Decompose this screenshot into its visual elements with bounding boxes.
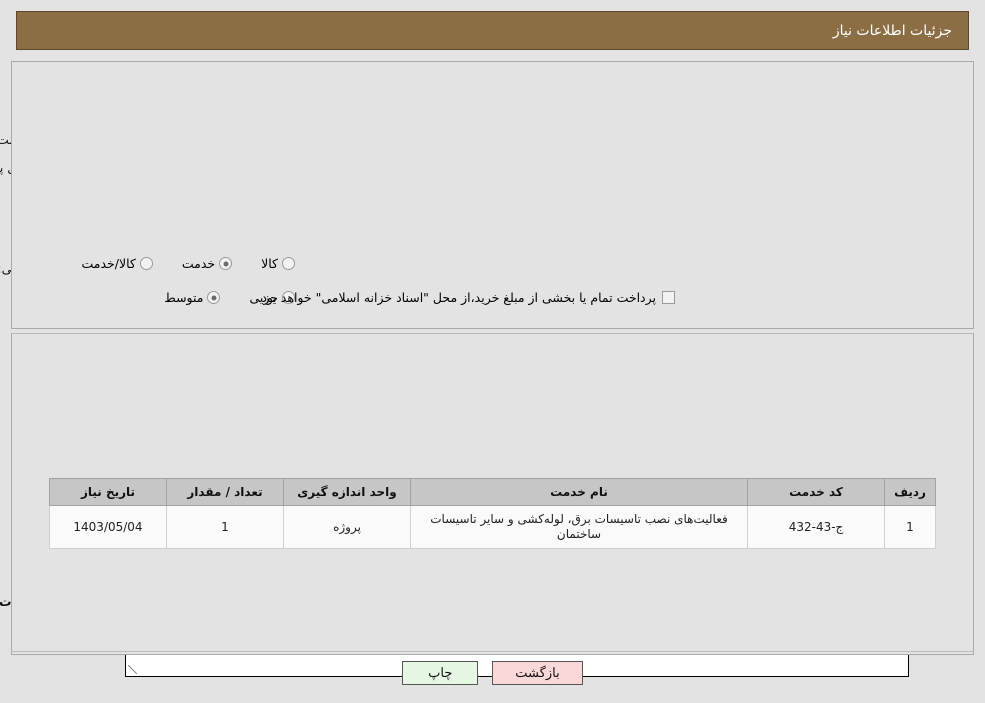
services-table: ردیف کد خدمت نام خدمت واحد اندازه گیری ت… [49,478,936,549]
radio-icon[interactable] [282,257,295,270]
cell-service-name: فعالیت‌های نصب تاسیسات برق، لوله‌کشی و س… [410,505,748,549]
radio-icon-selected[interactable] [219,257,233,270]
cell-quantity: 1 [166,505,284,549]
page-header: جزئیات اطلاعات نیاز [16,11,969,50]
services-table-wrapper: ردیف کد خدمت نام خدمت واحد اندازه گیری ت… [49,478,936,549]
page-title: جزئیات اطلاعات نیاز [832,22,952,39]
cell-service-code: ج-43-432 [747,505,885,549]
th-need-date: تاریخ نیاز [49,478,167,506]
cell-unit: پروژه [283,505,411,549]
footer-button-bar: بازگشت چاپ [0,661,985,685]
subject-category-radios[interactable]: کالا خدمت کالا/خدمت [59,256,295,271]
th-quantity: تعداد / مقدار [166,478,284,506]
radio-option-label: متوسط [164,290,204,305]
radio-option-kala[interactable]: کالا [261,256,295,271]
th-service-code: کد خدمت [747,478,885,506]
table-row: 1 ج-43-432 فعالیت‌های نصب تاسیسات برق، ل… [49,505,936,549]
cell-need-date: 1403/05/04 [49,505,167,549]
th-unit: واحد اندازه گیری [283,478,411,506]
th-service-name: نام خدمت [410,478,748,506]
radio-option-kala-khedmat[interactable]: کالا/خدمت [81,256,153,271]
radio-option-motevaset[interactable]: متوسط [164,290,221,305]
radio-option-khedmat[interactable]: خدمت [181,256,233,271]
print-button[interactable]: چاپ [402,661,479,685]
treasury-bonds-note: پرداخت تمام یا بخشی از مبلغ خرید،از محل … [257,290,656,305]
radio-option-label: کالا/خدمت [81,256,136,271]
radio-icon[interactable] [139,257,153,270]
table-header-row: ردیف کد خدمت نام خدمت واحد اندازه گیری ت… [49,478,936,506]
footer-divider [11,651,974,652]
radio-option-label: خدمت [181,256,216,271]
radio-icon-selected[interactable] [207,291,221,304]
checkbox-icon[interactable] [662,291,675,304]
cell-index: 1 [884,505,936,549]
back-button[interactable]: بازگشت [492,661,583,685]
radio-option-label: کالا [261,256,278,271]
need-summary-panel [11,61,974,329]
treasury-bonds-checkbox-row[interactable]: پرداخت تمام یا بخشی از مبلغ خرید،از محل … [257,290,675,305]
th-index: ردیف [884,478,936,506]
